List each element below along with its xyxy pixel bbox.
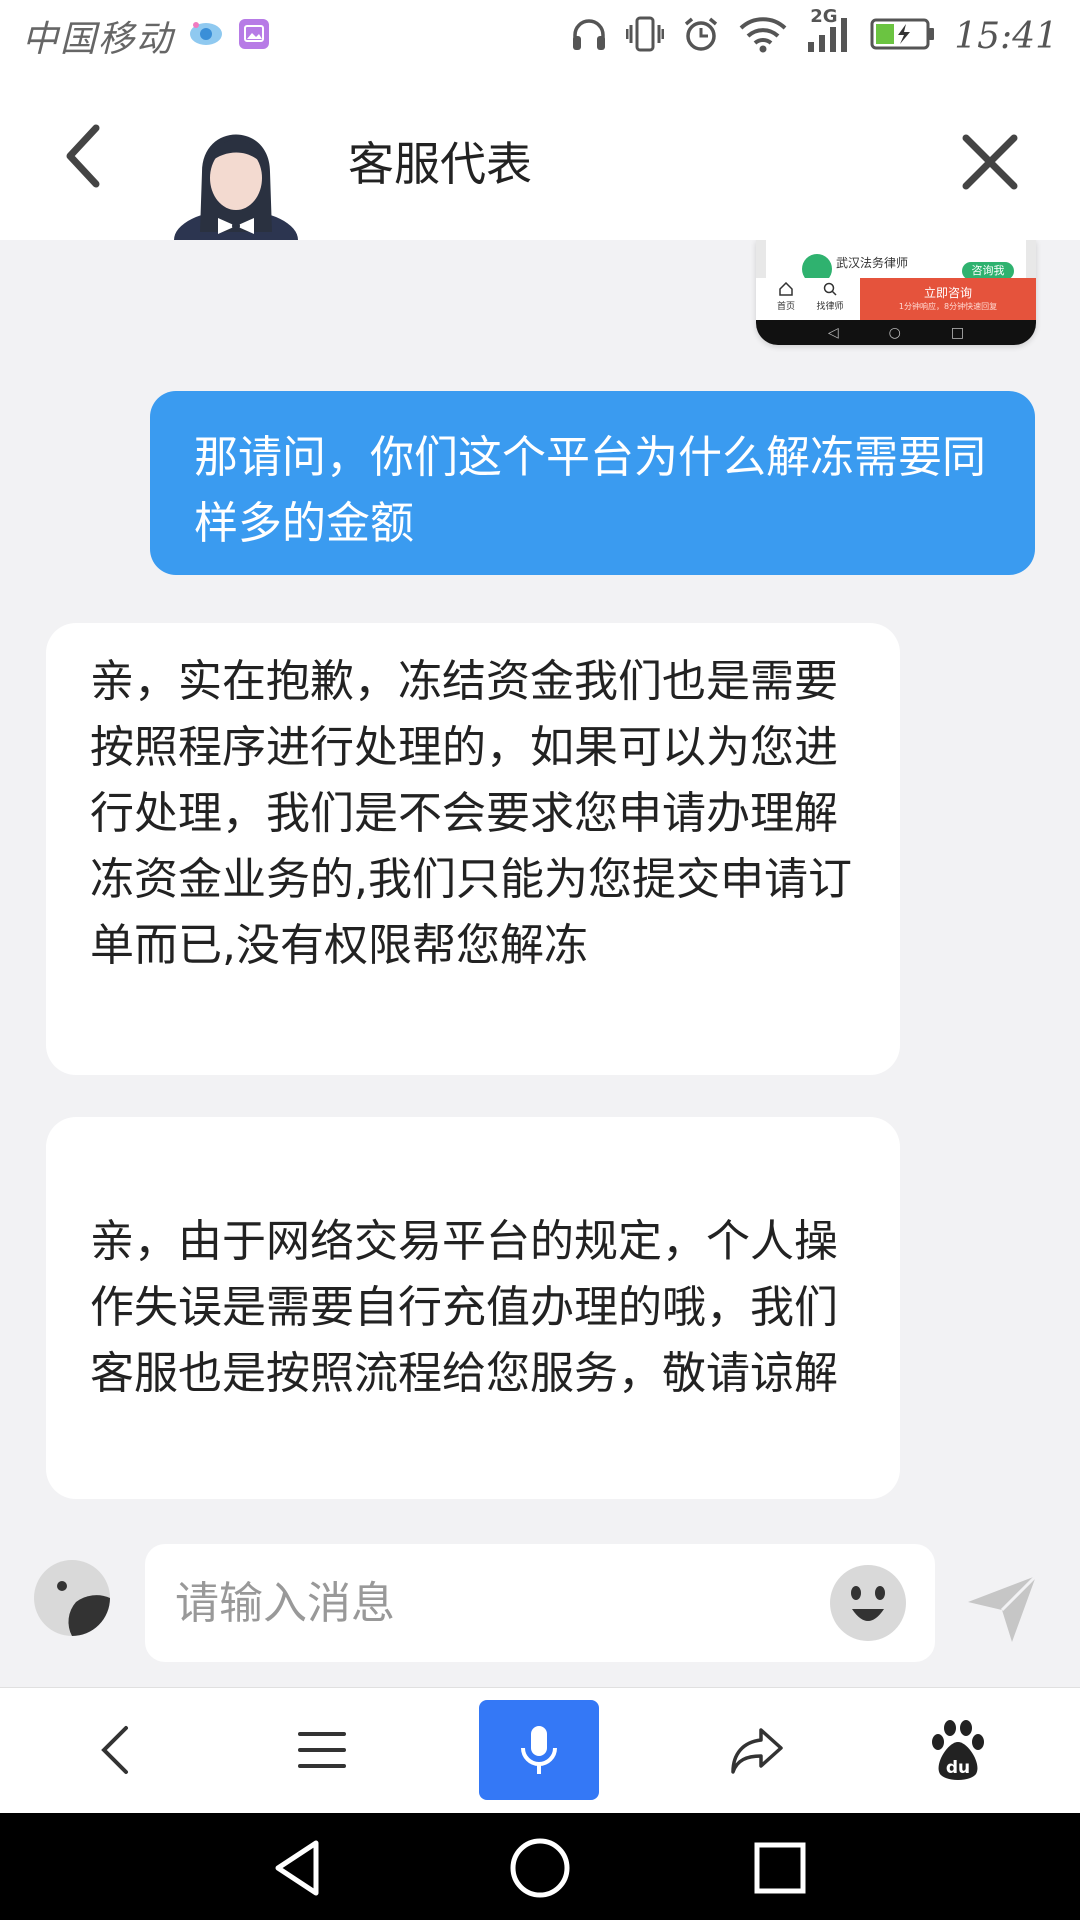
vibrate-icon (625, 15, 665, 57)
alarm-icon (682, 15, 720, 57)
toolbar-share-button[interactable] (697, 1700, 817, 1800)
thumbnail-lawyer-card: 武汉法务律师 咨询我 (756, 240, 1036, 284)
search-icon (823, 282, 837, 296)
user-message-bubble[interactable]: 那请问，你们这个平台为什么解冻需要同样多的金额 (150, 391, 1035, 575)
message-input[interactable] (145, 1544, 935, 1662)
browser-toolbar: du (0, 1687, 1080, 1813)
thumbnail-consult-label: 立即咨询 (923, 286, 972, 300)
emoji-icon (830, 1565, 906, 1641)
emoji-button[interactable] (828, 1563, 908, 1643)
system-back-button[interactable] (264, 1833, 334, 1903)
menu-icon (298, 1732, 346, 1768)
sticker-icon (34, 1560, 110, 1636)
close-button[interactable] (950, 122, 1030, 202)
thumbnail-tab-home-label: 首页 (776, 302, 795, 312)
system-navigation-bar (0, 1813, 1080, 1920)
circle-home-icon (510, 1838, 570, 1898)
home-icon (779, 281, 793, 296)
clock-time: 15:41 (954, 15, 1058, 57)
battery-charging-icon (870, 16, 936, 56)
triangle-back-icon (275, 1840, 319, 1896)
back-icon (101, 1726, 128, 1774)
chat-message-list[interactable]: 武汉法务律师 咨询我 首页 找律师 立即咨询 1分钟响应，8分钟快速回复 ◁ ○… (0, 240, 1080, 1530)
share-icon (731, 1728, 783, 1774)
toolbar-voice-button[interactable] (479, 1700, 599, 1800)
thumbnail-lawyer-label: 武汉法务律师 (836, 256, 909, 270)
thumbnail-consult-button: 立即咨询 1分钟响应，8分钟快速回复 (860, 278, 1036, 320)
thumbnail-home-icon: ○ (888, 324, 901, 341)
microphone-icon (521, 1726, 557, 1774)
send-icon (968, 1574, 1038, 1642)
app-eye-icon (188, 19, 224, 53)
system-home-button[interactable] (505, 1833, 575, 1903)
headphones-icon (570, 16, 608, 56)
thumbnail-tab-find: 找律师 (810, 282, 850, 312)
close-icon (962, 134, 1018, 190)
toolbar-menu-button[interactable] (262, 1700, 382, 1800)
carrier-name: 中国移动 (22, 19, 175, 60)
baidu-paw-icon: du (932, 1720, 984, 1780)
signal-icon: 2G (806, 6, 852, 58)
network-type-label: 2G (810, 6, 838, 27)
screenshot-thumbnail[interactable]: 武汉法务律师 咨询我 首页 找律师 立即咨询 1分钟响应，8分钟快速回复 ◁ ○… (756, 240, 1036, 345)
thumbnail-tab-find-label: 找律师 (816, 302, 844, 312)
toolbar-back-button[interactable] (58, 1700, 178, 1800)
agent-message-bubble[interactable]: 亲，实在抱歉，冻结资金我们也是需要按照程序进行处理的，如果可以为您进行处理，我们… (46, 623, 900, 1075)
sticker-button[interactable] (32, 1558, 112, 1638)
back-button[interactable] (48, 116, 128, 196)
status-bar: 中国移动 2G 15:41 (0, 0, 1080, 72)
thumbnail-tab-home: 首页 (766, 281, 806, 312)
chevron-left-icon (66, 124, 100, 188)
page-title: 客服代表 (348, 137, 532, 191)
gallery-icon (238, 18, 270, 54)
baidu-label: du (946, 1758, 970, 1778)
toolbar-baidu-button[interactable]: du (898, 1700, 1018, 1800)
thumbnail-consult-sub: 1分钟响应，8分钟快速回复 (898, 302, 998, 311)
agent-message-bubble[interactable]: 亲，由于网络交易平台的规定，个人操作失误是需要自行充值办理的哦，我们客服也是按照… (46, 1117, 900, 1499)
thumbnail-recents-icon: □ (950, 324, 965, 341)
chat-header: 客服代表 (0, 72, 1080, 270)
message-composer (0, 1530, 1080, 1687)
send-button[interactable] (962, 1566, 1042, 1646)
thumbnail-back-icon: ◁ (827, 324, 839, 341)
wifi-icon (738, 15, 788, 57)
system-recents-button[interactable] (745, 1833, 815, 1903)
thumbnail-system-nav: ◁ ○ □ (756, 320, 1036, 345)
square-recents-icon (754, 1842, 806, 1894)
